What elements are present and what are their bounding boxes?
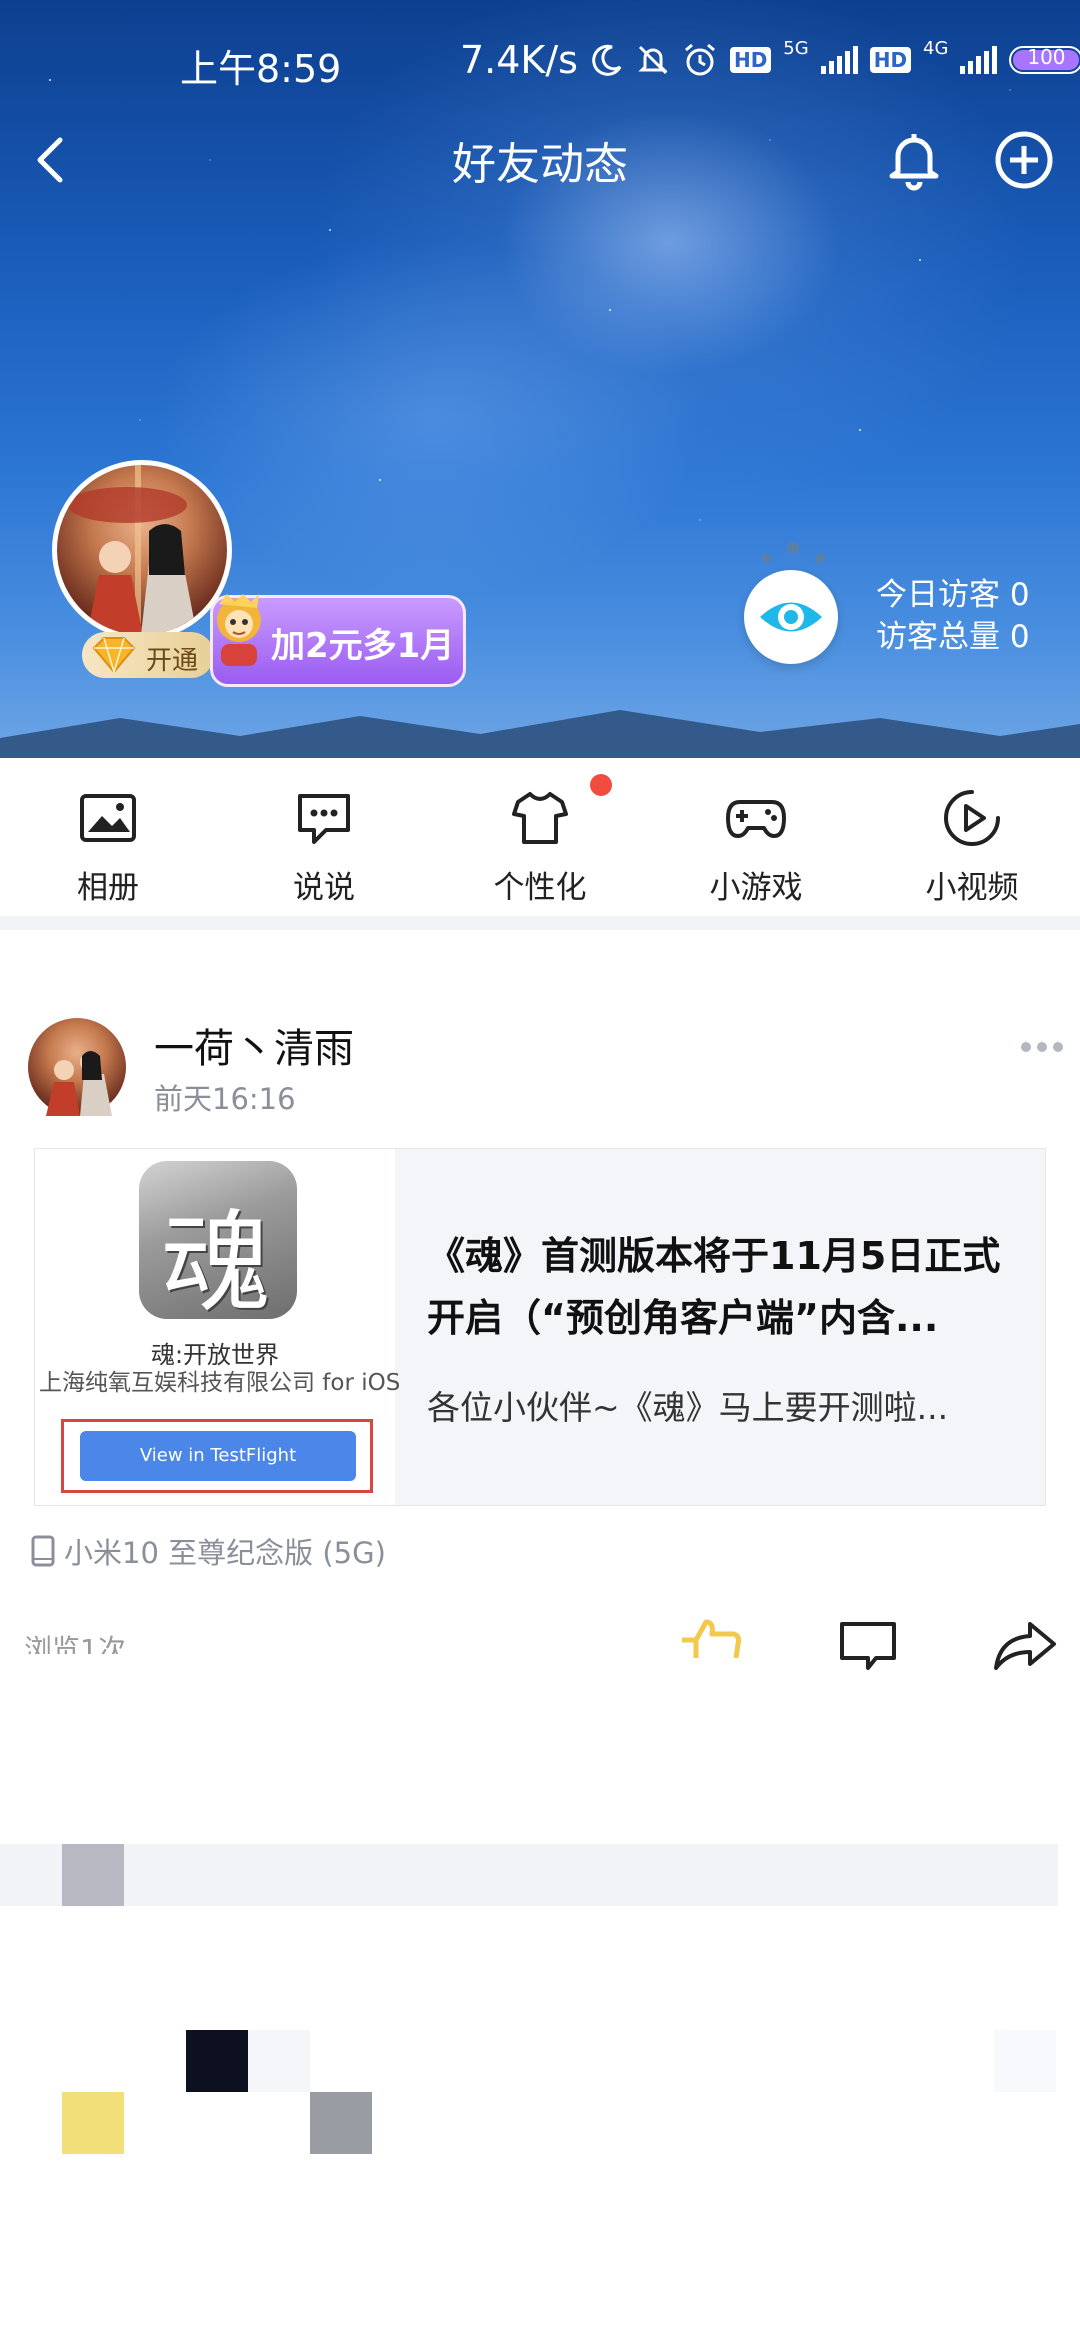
signal-icon <box>820 46 858 74</box>
user-avatar[interactable] <box>52 460 232 640</box>
post-action-row: 浏览1次 <box>0 1606 1080 1686</box>
card-summary: 各位小伙伴~《魂》马上要开测啦... <box>427 1388 949 1427</box>
post-author-name[interactable]: 一荷丶清雨 <box>154 1016 354 1074</box>
loading-placeholder-block <box>310 2092 372 2154</box>
status-time: 上午8:59 <box>180 47 342 91</box>
thumb-company: 上海纯氧互娱科技有限公司 for iOS <box>39 1370 399 1396</box>
visitors-total-label: 访客总量 <box>876 619 1000 655</box>
post-timestamp: 前天16:16 <box>154 1082 296 1116</box>
visitors-today-label: 今日访客 <box>876 577 1000 613</box>
view-count: 浏览1次 <box>24 1633 126 1654</box>
quick-nav-label: 说说 <box>293 870 355 906</box>
card-title: 《魂》首测版本将于11月5日正式开启（“预创角客户端”内含... <box>427 1234 1001 1340</box>
mute-bell-icon <box>638 45 668 75</box>
testflight-button: View in TestFlight <box>80 1431 356 1481</box>
alarm-icon <box>684 43 715 76</box>
monkey-mascot-icon <box>217 594 261 666</box>
quick-nav-bar: 相册 说说 个性化 小游戏 小视频 <box>0 758 1080 916</box>
game-app-icon: 魂 <box>139 1161 297 1319</box>
quick-nav-album[interactable]: 相册 <box>38 786 178 907</box>
quick-nav-personalize[interactable]: 个性化 <box>470 786 610 907</box>
visitors-today-row: 今日访客 0 <box>876 574 1030 616</box>
eye-icon <box>760 602 822 632</box>
quick-nav-videos[interactable]: 小视频 <box>902 786 1042 907</box>
visitor-stats[interactable]: 今日访客 0 访客总量 0 <box>876 574 1030 658</box>
loading-placeholder-bar <box>0 1844 1058 1906</box>
battery-icon: 100 <box>1009 45 1080 74</box>
vip-open-label: 开通 <box>146 646 199 676</box>
bell-icon[interactable] <box>882 128 946 192</box>
tshirt-icon <box>512 792 568 844</box>
loading-placeholder-block <box>62 1844 124 1906</box>
quick-nav-label: 个性化 <box>493 870 587 906</box>
add-circle-icon[interactable] <box>992 128 1056 192</box>
loading-placeholder-block <box>248 2030 310 2092</box>
sparkle-dots-icon <box>761 542 825 563</box>
moon-icon <box>592 44 622 76</box>
quick-nav-label: 小视频 <box>925 870 1019 906</box>
loading-placeholder-block <box>994 2030 1056 2092</box>
device-name: 小米10 至尊纪念版 (5G) <box>64 1536 386 1570</box>
photo-album-icon <box>80 794 136 842</box>
chat-bubble-icon <box>298 794 350 844</box>
avatar-illustration <box>46 1051 112 1116</box>
section-divider <box>0 916 1080 930</box>
play-video-icon <box>944 790 1000 846</box>
diamond-icon <box>92 637 136 674</box>
quick-nav-label: 小游戏 <box>709 870 803 906</box>
visitors-total-row: 访客总量 0 <box>876 616 1030 658</box>
sim2-type: 4G <box>923 37 949 59</box>
vip-promo-banner[interactable]: 加2元多1月 <box>210 594 466 687</box>
network-speed: 7.4K/s <box>460 38 578 82</box>
post-device-info: 小米10 至尊纪念版 (5G) <box>30 1530 386 1572</box>
testflight-highlight-frame: View in TestFlight <box>61 1419 373 1493</box>
gamepad-icon <box>726 800 786 838</box>
status-indicators: 7.4K/s HD 5G HD 4G 100 <box>460 38 1080 82</box>
thumbs-up-icon[interactable] <box>676 1618 744 1658</box>
quick-nav-games[interactable]: 小游戏 <box>686 786 826 907</box>
top-navigation: 好友动态 <box>0 118 1080 198</box>
hd-badge: HD <box>729 47 772 73</box>
card-thumbnail: 魂 魂:开放世界 上海纯氧互娱科技有限公司 for iOS View in Te… <box>35 1149 399 1505</box>
notification-dot <box>590 774 612 796</box>
more-options-icon[interactable] <box>1020 1040 1064 1054</box>
post-author-avatar[interactable] <box>28 1018 126 1116</box>
shared-link-card[interactable]: 魂 魂:开放世界 上海纯氧互娱科技有限公司 for iOS View in Te… <box>34 1148 1046 1506</box>
quick-nav-label: 相册 <box>77 870 139 906</box>
quick-nav-posts[interactable]: 说说 <box>254 786 394 907</box>
visitors-today-count: 0 <box>1009 577 1030 613</box>
avatar-illustration <box>67 465 197 635</box>
sim1-type: 5G <box>783 37 809 59</box>
status-bar: 上午8:59 7.4K/s HD 5G HD 4G 100 <box>0 0 1080 120</box>
promo-text: 加2元多1月 <box>271 626 455 666</box>
hd-badge-2: HD <box>869 47 912 73</box>
visitors-total-count: 0 <box>1009 619 1030 655</box>
mountain-silhouette <box>0 710 1080 758</box>
vip-open-button[interactable]: 开通 <box>82 632 214 678</box>
share-arrow-icon[interactable] <box>990 1618 1060 1674</box>
battery-level: 100 <box>1027 45 1066 69</box>
game-icon-glyph: 魂 <box>161 1199 271 1319</box>
loading-placeholder-block <box>62 2092 124 2154</box>
signal-icon-2 <box>960 46 998 74</box>
phone-icon <box>31 1535 55 1567</box>
loading-placeholder-block <box>186 2030 248 2092</box>
visitor-eye-button[interactable] <box>744 570 838 664</box>
comment-icon[interactable] <box>836 1618 900 1674</box>
